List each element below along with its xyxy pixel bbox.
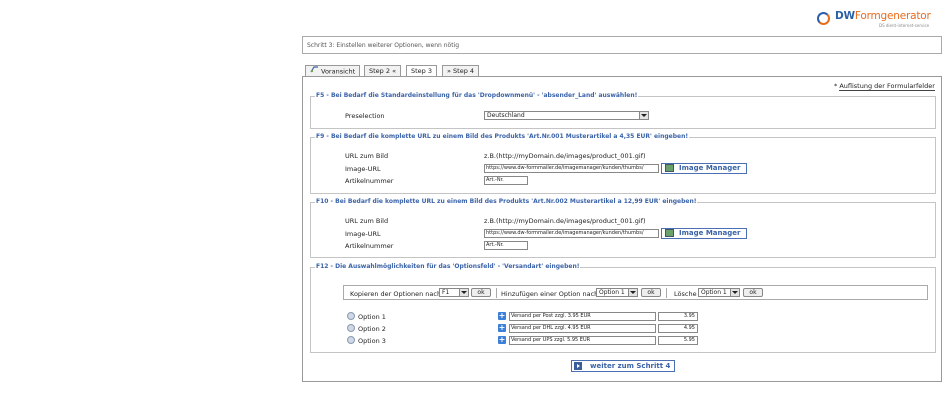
f9-legend: F9 - Bei Bedarf die komplette URL zu ein…	[316, 133, 689, 140]
chevron-down-icon	[459, 289, 468, 296]
next-step-label: weiter zum Schritt 4	[590, 362, 671, 370]
f9-artikel-label: Artikelnummer	[345, 177, 394, 185]
f10-url-example: z.B.(http://myDomain.de/images/product_0…	[484, 217, 646, 225]
logo-tagline: DS dient-internet-service	[879, 23, 930, 28]
field-list-link[interactable]: * Auflistung der Formularfelder	[834, 82, 935, 91]
delete-option-select[interactable]: Option 1	[698, 288, 740, 297]
dw-formgenerator-logo: DWFormgenerator DS dient-internet-servic…	[817, 10, 947, 32]
f10-image-manager-label: Image Manager	[679, 229, 741, 237]
step-title: Schritt 3: Einstellen weiterer Optionen,…	[307, 42, 460, 49]
preselection-select[interactable]: Deutschland	[484, 111, 649, 120]
f10-image-url-label: Image-URL	[345, 230, 381, 238]
copy-target-value: F1	[442, 289, 450, 296]
f5-legend: F5 - Bei Bedarf die Standardeinstellung …	[316, 92, 638, 99]
add-option-label: Hinzufügen einer Option nach	[501, 290, 599, 298]
note-star: *	[834, 82, 838, 90]
step-title-box: Schritt 3: Einstellen weiterer Optionen,…	[302, 36, 942, 54]
copy-options-label: Kopieren der Optionen nach	[350, 290, 442, 298]
f10-image-url-input[interactable]: https://www.dw-formmailer.de/imagemanage…	[484, 229, 659, 238]
tab-step-3-label: Step 3	[411, 67, 433, 75]
preselection-label: Preselection	[345, 112, 385, 120]
tab-voransicht-label: Voransicht	[321, 67, 356, 76]
add-option-value: Option 1	[599, 289, 625, 296]
option-3-label: Option 3	[358, 337, 386, 345]
add-option-select[interactable]: Option 1	[596, 288, 638, 297]
f10-artikel-input[interactable]: Art.-Nr.	[484, 241, 528, 250]
tab-voransicht[interactable]: Voransicht	[305, 65, 361, 76]
plus-icon[interactable]: +	[498, 336, 506, 344]
option-1-text-input[interactable]: Versand per Post zzgl. 3.95 EUR	[509, 312, 656, 321]
f10-legend: F10 - Bei Bedarf die komplette URL zu ei…	[316, 198, 697, 205]
f9-image-manager-label: Image Manager	[679, 164, 741, 172]
chevron-down-icon	[628, 289, 637, 296]
f10-group: F10 - Bei Bedarf die komplette URL zu ei…	[310, 198, 936, 258]
copy-target-select[interactable]: F1	[439, 288, 469, 297]
chevron-down-icon	[639, 112, 648, 119]
chevron-down-icon	[730, 289, 739, 296]
f9-url-example: z.B.(http://myDomain.de/images/product_0…	[484, 152, 646, 160]
image-icon	[665, 229, 674, 237]
f9-image-url-label: Image-URL	[345, 165, 381, 173]
option-radio-icon	[347, 336, 355, 344]
tab-step-2-label: Step 2 «	[369, 67, 397, 75]
f9-image-url-input[interactable]: https://www.dw-formmailer.de/imagemanage…	[484, 164, 659, 173]
f9-url-label: URL zum Bild	[345, 152, 389, 160]
next-step-button[interactable]: weiter zum Schritt 4	[571, 360, 675, 372]
image-icon	[665, 164, 674, 172]
copy-ok-button[interactable]: ok	[471, 288, 491, 297]
plus-icon[interactable]: +	[498, 324, 506, 332]
toolbar-divider	[666, 288, 667, 298]
f12-legend: F12 - Die Auswahlmöglichkeiten für das '…	[316, 263, 580, 270]
delete-option-ok-button[interactable]: ok	[743, 288, 763, 297]
note-text: Auflistung der Formularfelder	[839, 82, 935, 91]
toolbar-divider	[496, 288, 497, 298]
option-radio-icon	[347, 312, 355, 320]
preselection-value: Deutschland	[487, 112, 525, 119]
play-icon	[574, 362, 582, 370]
f9-image-manager-button[interactable]: Image Manager	[661, 163, 747, 174]
add-option-ok-button[interactable]: ok	[641, 288, 661, 297]
f10-artikel-label: Artikelnummer	[345, 242, 394, 250]
f10-url-label: URL zum Bild	[345, 217, 389, 225]
option-2-text-input[interactable]: Versand per DHL zzgl. 4.95 EUR	[509, 324, 656, 333]
delete-option-value: Option 1	[701, 289, 727, 296]
option-1-label: Option 1	[358, 313, 386, 321]
tab-step-4-label: » Step 4	[447, 67, 475, 75]
option-1-price-input[interactable]: 3.95	[658, 312, 698, 321]
plus-icon[interactable]: +	[498, 312, 506, 320]
option-3-price-input[interactable]: 5.95	[658, 336, 698, 345]
delete-option-label: Lösche	[674, 290, 697, 298]
tab-step-4[interactable]: » Step 4	[442, 65, 480, 76]
option-2-price-input[interactable]: 4.95	[658, 324, 698, 333]
logo-brand-accent: Formgenerator	[854, 10, 931, 22]
option-3-text-input[interactable]: Versand per UPS zzgl. 5.95 EUR	[509, 336, 656, 345]
tab-step-2[interactable]: Step 2 «	[364, 65, 402, 76]
logo-brand-primary: DW	[835, 10, 855, 22]
f12-options-toolbar: Kopieren der Optionen nach F1 ok Hinzufü…	[343, 285, 928, 300]
option-radio-icon	[347, 324, 355, 332]
logo-ring-icon	[817, 12, 830, 25]
f10-image-manager-button[interactable]: Image Manager	[661, 228, 747, 239]
f9-artikel-input[interactable]: Art.-Nr.	[484, 176, 528, 185]
option-2-label: Option 2	[358, 325, 386, 333]
